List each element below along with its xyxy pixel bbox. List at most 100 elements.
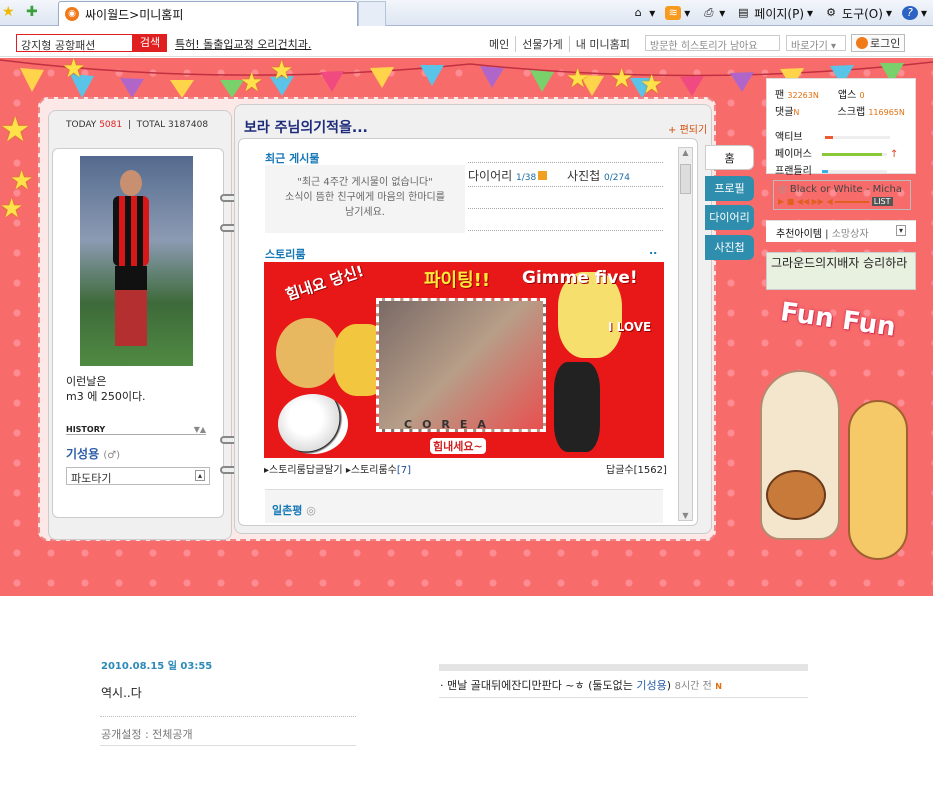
cheer-text: 힘내요 당신! xyxy=(283,262,367,305)
fighting-text: 파이팅!! xyxy=(424,270,491,291)
profile-banner[interactable]: 그라운드의지배자 승리하라 xyxy=(766,252,916,290)
nav-gift-shop[interactable]: 선물가게 xyxy=(515,36,568,52)
story-count-link[interactable]: 스토리룸수 xyxy=(351,465,397,476)
friendly-meter: 프랜들리 xyxy=(767,161,915,178)
recent-posts-empty: "최근 4주간 게시물이 없습니다" 소식이 뜸한 친구에게 마음의 한마디를 … xyxy=(265,165,465,233)
song-title: ◎ Black or White - Micha xyxy=(778,184,902,195)
ilchon-section xyxy=(265,489,663,523)
divider xyxy=(468,162,663,163)
homepage-title: 보라 주님의기적을... xyxy=(244,120,368,136)
story-reply-link[interactable]: 스토리룸답글달기 xyxy=(269,465,343,476)
tools-menu[interactable]: ⚙ 도구(O) ▾ xyxy=(823,5,892,22)
owner-name: 기성용 (♂) xyxy=(66,447,121,461)
new-badge-icon xyxy=(538,171,548,180)
home-button[interactable]: ⌂ ▾ xyxy=(630,6,656,20)
wave-dropdown-icon[interactable]: ▴ xyxy=(194,470,205,481)
reply-count[interactable]: 답글수[1562] xyxy=(606,461,667,476)
tab-home[interactable]: 홈 xyxy=(705,145,754,170)
guitar-illustration xyxy=(766,470,826,520)
playlist-icon[interactable]: LIST xyxy=(871,197,893,206)
help-icon: ? xyxy=(901,6,918,20)
tab-title: 싸이월드>미니홈피 xyxy=(85,7,184,22)
divider xyxy=(439,697,808,698)
story-photo-frame xyxy=(376,298,546,432)
love-text: I LOVE xyxy=(608,320,652,334)
recommend-dropdown-icon[interactable]: ▾ xyxy=(895,225,906,236)
cyworld-top-bar: 강지형 공항패션 검색 특허! 돌출입교정 오리건치과. 메인 선물가게 내 미… xyxy=(0,27,933,57)
feeds-button[interactable]: ≋ ▾ xyxy=(665,6,690,20)
gear-icon: ⚙ xyxy=(826,6,836,19)
fan-stats: 팬 32263N 앱스 0 xyxy=(775,90,865,101)
home-icon: ⌂ xyxy=(634,6,642,19)
gift-box-link[interactable]: 소망상자 xyxy=(832,229,869,240)
star-icon: ★ xyxy=(62,58,86,84)
login-button[interactable]: 로그인 xyxy=(851,34,905,52)
nav-main[interactable]: 메인 xyxy=(483,36,515,52)
ilchon-title: 일촌평 ◎ xyxy=(272,504,316,517)
star-icon: ★ xyxy=(10,166,34,196)
ad-ticker-link[interactable]: 특허! 돌출입교정 오리건치과. xyxy=(175,36,311,52)
player-head xyxy=(120,170,142,196)
star-icon: ★ xyxy=(240,68,264,98)
divider xyxy=(468,186,663,187)
star-icon: ★ xyxy=(0,194,24,224)
up-arrow-icon: ↑ xyxy=(890,149,899,160)
girl-character xyxy=(848,400,908,560)
player-legs xyxy=(115,266,147,346)
add-favorites-icon[interactable]: ✚ xyxy=(26,4,38,20)
comment-header-bar xyxy=(439,664,808,671)
shortcut-select[interactable]: 바로가기 ▾ xyxy=(786,35,846,52)
active-meter: 액티브 xyxy=(767,127,915,144)
famous-meter: 페이머스 ↑ xyxy=(775,149,899,160)
diary-link[interactable]: 다이어리 xyxy=(468,169,512,183)
visit-history-select[interactable]: 방문한 히스토리가 남아요 xyxy=(645,35,780,52)
story-room-more[interactable]: .. xyxy=(649,244,657,257)
star-icon: ★ xyxy=(270,58,294,86)
help-button[interactable]: ? ▾ xyxy=(901,6,927,20)
history-label[interactable]: HISTORY ▼▲ xyxy=(66,425,206,435)
star-icon: ★ xyxy=(566,64,590,94)
player-jersey xyxy=(113,196,149,266)
login-icon xyxy=(856,37,868,49)
story-room-image[interactable]: 파이팅!! Gimme five! 힘내요 당신! I LOVE COREA 힘… xyxy=(264,262,664,458)
print-button[interactable]: ⎙ ▾ xyxy=(700,6,725,20)
browser-toolbar: ★ ✚ ◉ 싸이월드>미니홈피 ⌂ ▾ ≋ ▾ ⎙ ▾ ▤ 페이지(P) ▾ ⚙ 도구(O)… xyxy=(0,0,933,26)
side-stats-panel: 팬 32263N 앱스 0 댓글N 스크랩 116965N 액티브 페이머스 ↑… xyxy=(766,78,916,177)
browser-tab-active[interactable]: ◉ 싸이월드>미니홈피 xyxy=(58,1,358,26)
scroll-thumb[interactable] xyxy=(680,164,691,194)
search-input[interactable]: 강지형 공항패션 xyxy=(16,34,133,52)
favorites-star-icon[interactable]: ★ xyxy=(2,4,15,20)
tab-profile[interactable]: 프로필 xyxy=(705,176,754,201)
cyworld-tab-icon: ◉ xyxy=(65,7,79,21)
scroll-down-icon[interactable]: ▼ xyxy=(679,511,692,520)
korea-text: COREA xyxy=(404,418,496,431)
history-toggle-icon[interactable]: ▼▲ xyxy=(194,425,206,434)
divider xyxy=(468,230,663,231)
star-icon: ★ xyxy=(610,64,634,94)
privacy-setting: 공개설정 : 전체공개 xyxy=(101,728,193,741)
page-menu[interactable]: ▤ 페이지(P) ▾ xyxy=(735,5,813,22)
search-button[interactable]: 검색 xyxy=(133,34,167,52)
content-scrollbar[interactable]: ▲ ▼ xyxy=(678,147,693,521)
photo-link[interactable]: 사진첩 xyxy=(567,169,600,183)
profile-mood-text: 이런날은 m3 에 250이다. xyxy=(66,375,146,403)
tab-diary[interactable]: 다이어리 xyxy=(705,205,754,230)
comment-author-link[interactable]: 기성용 xyxy=(636,679,666,692)
recent-posts-title: 최근 게시물 xyxy=(265,152,320,165)
tab-photo[interactable]: 사진첩 xyxy=(705,235,754,260)
wave-select[interactable]: 파도타기 ▴ xyxy=(66,467,210,485)
scroll-up-icon[interactable]: ▲ xyxy=(679,148,692,157)
player-controls[interactable]: ▶ ■ ◀◀ ▶▶ ◀ LIST xyxy=(778,197,906,206)
reply-stats: 댓글N 스크랩 116965N xyxy=(775,107,905,118)
profile-photo[interactable] xyxy=(80,156,193,366)
edit-link[interactable]: + 편되기 xyxy=(668,121,707,136)
nav-my-minihompy[interactable]: 내 미니홈피 xyxy=(568,36,636,52)
recommend-panel: 추천아이템 | 소망상자 ▾ xyxy=(766,220,916,242)
divider xyxy=(100,745,356,746)
ilchon-help-icon[interactable]: ◎ xyxy=(306,504,316,517)
recommend-item-link[interactable]: 추천아이템 xyxy=(776,229,822,240)
comment-item: · 맨날 골대뒤에잔디만판다 ~ㅎ (둘도없는 기성용) 8시간 전 N xyxy=(440,679,722,692)
new-tab-button[interactable] xyxy=(358,1,386,26)
bear-sticker xyxy=(276,318,340,388)
music-player[interactable]: ◎ Black or White - Micha ▶ ■ ◀◀ ▶▶ ◀ LIS… xyxy=(773,180,911,210)
